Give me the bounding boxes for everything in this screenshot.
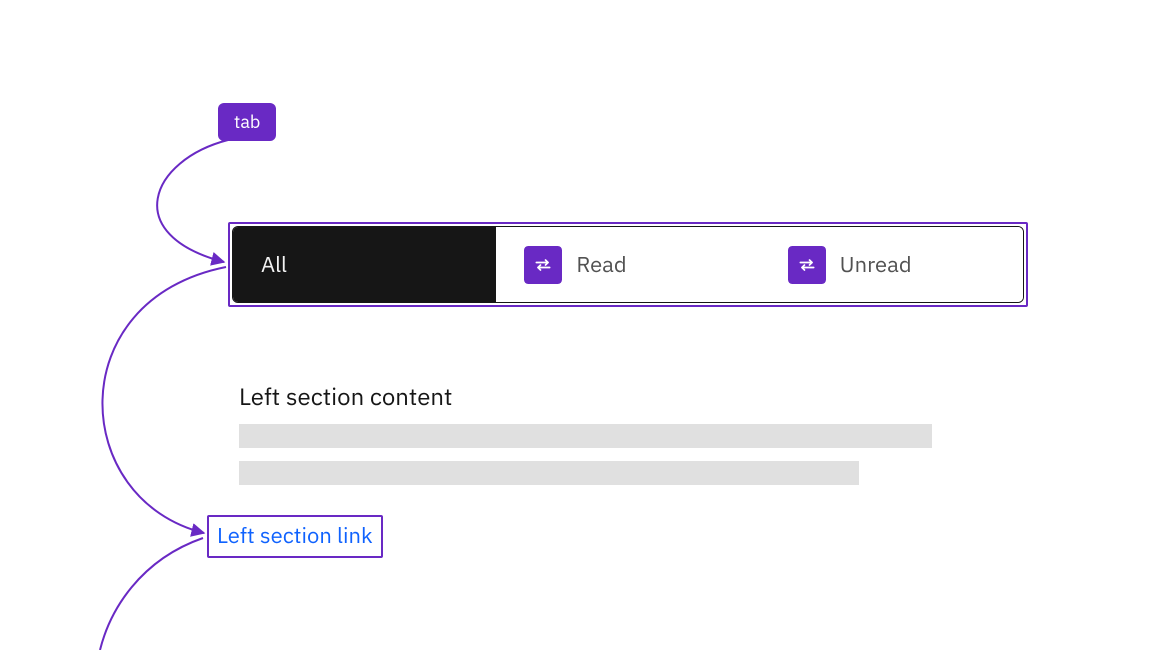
skeleton-line [239, 461, 859, 485]
swap-icon [788, 246, 826, 284]
tab-all[interactable]: All [233, 227, 496, 302]
skeleton-line [239, 424, 932, 448]
highlight-box-link: Left section link [207, 515, 383, 558]
connector-lines [0, 0, 1152, 650]
annotation-chip-tab: tab [218, 103, 276, 141]
tab-label: Unread [840, 250, 912, 279]
tab-label: All [261, 250, 287, 279]
tab-label: Read [576, 250, 626, 279]
tab-unread[interactable]: Unread [760, 227, 1023, 302]
section-link[interactable]: Left section link [217, 521, 373, 550]
annotation-chip-label: tab [234, 110, 260, 133]
tablist: All Read Unread [232, 226, 1024, 303]
section-heading: Left section content [239, 380, 452, 412]
diagram-stage: tab All Read Unread [0, 0, 1152, 650]
swap-icon [524, 246, 562, 284]
tab-read[interactable]: Read [496, 227, 759, 302]
